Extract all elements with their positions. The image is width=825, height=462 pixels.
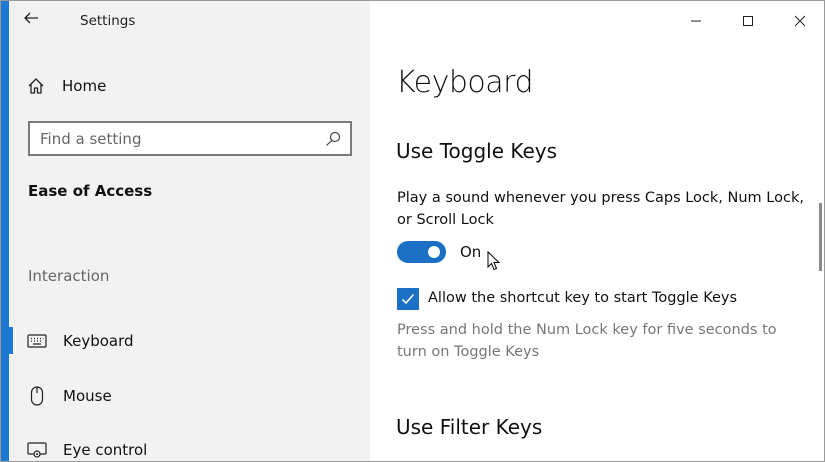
sidebar-item-home[interactable]: Home bbox=[27, 73, 106, 99]
home-icon bbox=[28, 78, 44, 94]
minimize-icon bbox=[691, 20, 701, 22]
back-button[interactable] bbox=[19, 9, 43, 33]
sidebar-item-label: Mouse bbox=[63, 387, 112, 405]
main-scrollbar[interactable] bbox=[819, 203, 822, 271]
search-input[interactable] bbox=[40, 129, 310, 149]
checkmark-icon bbox=[401, 293, 415, 305]
settings-window: Settings Home Ease of Access Interaction bbox=[0, 0, 825, 462]
shortcut-key-hint: Press and hold the Num Lock key for five… bbox=[397, 322, 777, 360]
search-icon[interactable] bbox=[325, 131, 341, 147]
app-title: Settings bbox=[80, 13, 136, 29]
close-icon bbox=[794, 15, 806, 27]
mouse-cursor-icon bbox=[487, 251, 501, 271]
sidebar-item-keyboard[interactable]: Keyboard bbox=[9, 326, 370, 356]
minimize-button[interactable] bbox=[670, 1, 722, 41]
shortcut-key-checkbox[interactable] bbox=[397, 288, 419, 310]
main-content: Keyboard Use Toggle Keys Play a sound wh… bbox=[370, 1, 824, 461]
toggle-keys-description: Play a sound whenever you press Caps Loc… bbox=[397, 190, 804, 228]
group-label-interaction: Interaction bbox=[28, 267, 110, 285]
mouse-icon bbox=[27, 386, 47, 406]
keyboard-icon bbox=[27, 331, 47, 351]
sidebar-item-mouse[interactable]: Mouse bbox=[9, 381, 370, 411]
sidebar: Settings Home Ease of Access Interaction bbox=[1, 1, 375, 461]
back-arrow-icon bbox=[24, 12, 38, 24]
sidebar-item-eye-control[interactable]: Eye control bbox=[9, 435, 370, 461]
toggle-keys-heading: Use Toggle Keys bbox=[396, 139, 558, 163]
page-title: Keyboard bbox=[396, 65, 534, 100]
maximize-button[interactable] bbox=[722, 1, 774, 41]
toggle-knob bbox=[428, 246, 440, 258]
shortcut-key-checkbox-label[interactable]: Allow the shortcut key to start Toggle K… bbox=[428, 290, 737, 306]
sidebar-item-label: Eye control bbox=[63, 441, 148, 459]
sidebar-item-label: Keyboard bbox=[63, 332, 134, 350]
section-title: Ease of Access bbox=[28, 182, 153, 200]
close-button[interactable] bbox=[774, 1, 824, 41]
filter-keys-heading: Use Filter Keys bbox=[396, 415, 543, 439]
search-box[interactable] bbox=[28, 121, 352, 156]
toggle-keys-switch[interactable] bbox=[397, 241, 446, 263]
eye-control-icon bbox=[27, 440, 47, 460]
sidebar-item-label: Home bbox=[62, 77, 107, 95]
toggle-state-label: On bbox=[460, 243, 482, 261]
maximize-icon bbox=[743, 16, 753, 26]
window-controls bbox=[670, 1, 824, 41]
